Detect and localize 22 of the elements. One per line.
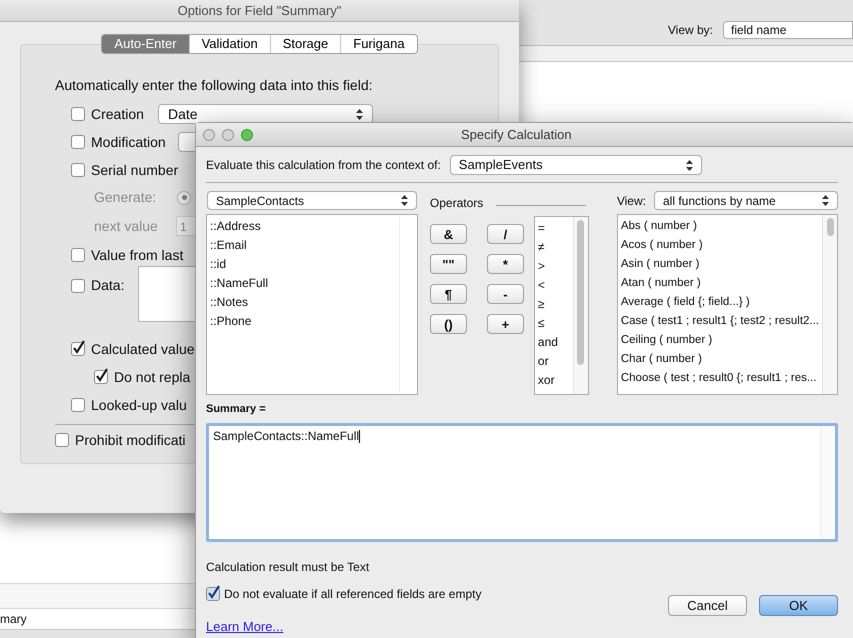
option-label: Serial number [91, 160, 178, 180]
option-label: Data: [91, 276, 124, 295]
option-label: Modification [91, 132, 166, 152]
context-label: Evaluate this calculation from the context of: [206, 157, 441, 174]
window-title: Options for Field "Summary" [178, 2, 342, 20]
formula-text: SampleContacts::NameFull [213, 429, 360, 443]
option-label: Do not repla [114, 368, 190, 387]
checkbox-label: Do not evaluate if all referenced fields are empty [224, 586, 482, 603]
intro-text: Automatically enter the following data into this field: [55, 76, 374, 95]
option-label: Prohibit modificati [75, 430, 186, 450]
view-label: View: [616, 192, 646, 210]
option-label: Generate: [94, 188, 158, 207]
option-label: Looked-up valu [91, 396, 187, 415]
window-title: Specify Calculation [461, 126, 572, 144]
option-label: Value from last [91, 246, 184, 264]
option-label: next value [94, 216, 159, 236]
result-note: Calculation result must be Text [206, 559, 370, 576]
option-label: Creation [91, 104, 144, 124]
option-label: Calculated value [91, 340, 195, 358]
formula-label: Summary = [206, 402, 267, 417]
view-by-label: View by: [668, 22, 713, 38]
operators-label: Operators [430, 194, 484, 212]
